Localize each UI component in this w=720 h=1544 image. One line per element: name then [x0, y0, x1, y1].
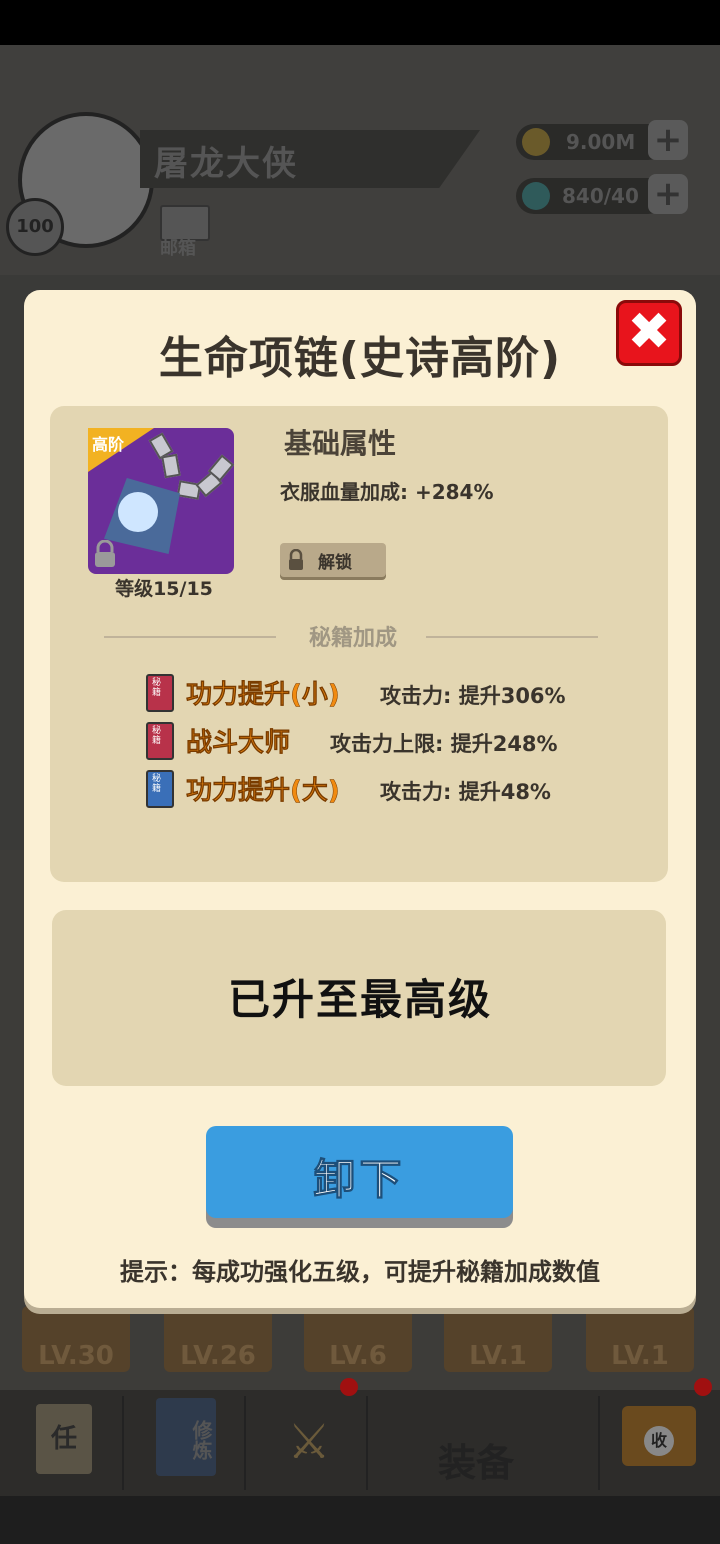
secret-book-glyph: 秘籍 — [152, 726, 162, 746]
gem-amount: 840/40 — [562, 184, 639, 208]
equipment-slot[interactable]: LV.1 — [586, 1306, 694, 1372]
tab-equipment-label: 装备 — [438, 1441, 515, 1485]
unequip-button-label[interactable]: 卸下 — [206, 1146, 513, 1207]
secret-bonus-title: 秘籍加成 — [308, 626, 397, 651]
tier-badge-label: 高阶 — [92, 435, 125, 454]
quest-scroll-icon: 任 — [36, 1404, 92, 1474]
system-nav-bar — [0, 1496, 720, 1544]
tab-collect[interactable]: 收 — [600, 1396, 720, 1490]
tab-equipment[interactable]: 装备 — [368, 1396, 600, 1490]
item-level: 等级15/15 — [115, 578, 213, 600]
notification-dot — [340, 1378, 358, 1396]
skill-effect: 攻击力: 提升306% — [380, 684, 566, 708]
base-attribute-value: 衣服血量加成: +284% — [280, 480, 494, 504]
skill-effect: 攻击力: 提升48% — [380, 780, 551, 804]
equipment-slot[interactable]: LV.6 — [304, 1306, 412, 1372]
gem-icon — [522, 182, 550, 210]
tab-cultivate[interactable]: 修炼 — [124, 1396, 246, 1490]
player-level-badge: 100 — [6, 198, 64, 256]
close-icon: ✖ — [627, 302, 671, 362]
unlock-button-label[interactable]: 解锁 — [318, 548, 352, 573]
modal-title: 生命项链(史诗高阶) — [158, 333, 562, 384]
secret-book-icon: 秘籍 — [146, 674, 174, 712]
secret-book-glyph: 秘籍 — [152, 678, 162, 698]
secret-book-glyph: 秘籍 — [152, 774, 162, 794]
tab-collect-label: 收 — [644, 1426, 674, 1456]
cultivate-book-icon: 修炼 — [156, 1398, 216, 1476]
equipment-slot[interactable]: LV.26 — [164, 1306, 272, 1372]
skill-name: 战斗大师 — [186, 728, 291, 759]
add-gem-button[interactable]: + — [648, 174, 688, 214]
add-gold-button[interactable]: + — [648, 120, 688, 160]
max-level-text: 已升至最高级 — [227, 975, 492, 1024]
skill-name: 功力提升(大) — [186, 776, 340, 807]
equipment-slot[interactable]: LV.30 — [22, 1306, 130, 1372]
lock-icon — [95, 540, 115, 567]
status-bar — [0, 0, 720, 45]
close-button[interactable]: ✖ — [616, 300, 682, 366]
secret-book-icon: 秘籍 — [146, 770, 174, 808]
gold-coin-icon — [522, 128, 550, 156]
tab-quest[interactable]: 任 — [2, 1396, 124, 1490]
equipment-slot[interactable]: LV.1 — [444, 1306, 552, 1372]
crossed-swords-icon: ⚔ — [287, 1414, 331, 1470]
notification-dot — [694, 1378, 712, 1396]
hint-text: 提示：每成功强化五级，可提升秘籍加成数值 — [120, 1258, 600, 1286]
gold-amount: 9.00M — [566, 130, 636, 154]
pendant-jewel — [118, 492, 158, 532]
skill-effect: 攻击力上限: 提升248% — [330, 732, 558, 756]
tab-battle[interactable]: ⚔ — [246, 1396, 368, 1490]
base-attributes-title: 基础属性 — [284, 427, 397, 460]
player-name: 屠龙大侠 — [154, 144, 298, 184]
secret-book-icon: 秘籍 — [146, 722, 174, 760]
lock-icon — [289, 549, 303, 570]
skill-name: 功力提升(小) — [186, 680, 340, 711]
mail-label[interactable]: 邮箱 — [160, 234, 196, 260]
